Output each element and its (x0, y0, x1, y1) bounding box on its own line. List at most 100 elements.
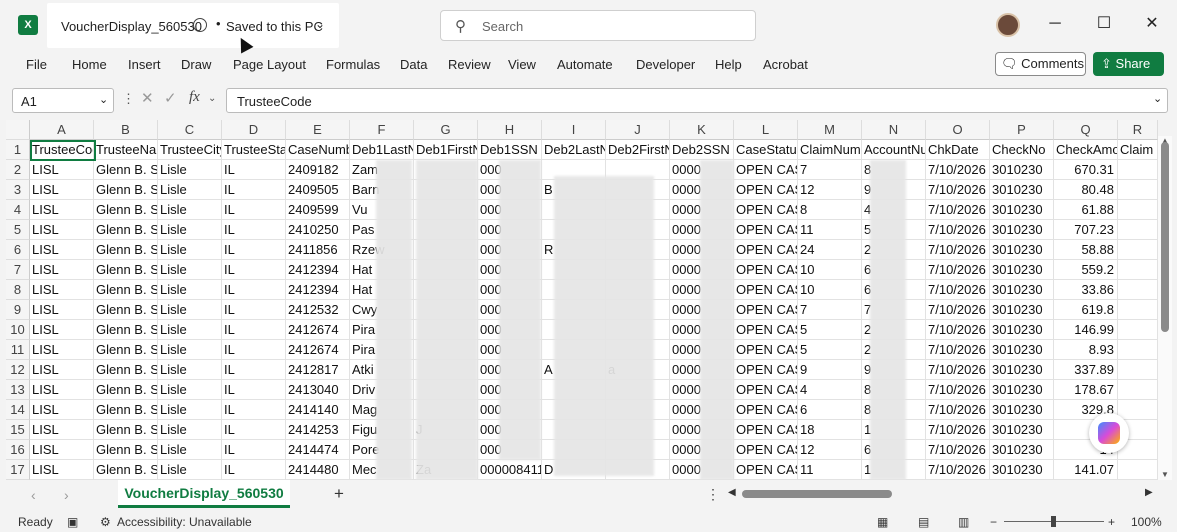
header-cell[interactable]: TrusteeState (222, 140, 286, 160)
column-header-A[interactable]: A (30, 120, 94, 140)
row-header[interactable]: 2 (6, 160, 30, 180)
name-box[interactable]: A1 ⌄ (12, 88, 114, 113)
table-cell[interactable]: 2412394 (286, 280, 350, 300)
table-cell[interactable]: 178.67 (1054, 380, 1118, 400)
table-cell[interactable]: Glenn B. S (94, 320, 158, 340)
table-cell[interactable]: 3010230 (990, 220, 1054, 240)
table-cell[interactable]: Lisle (158, 400, 222, 420)
maximize-button[interactable]: ☐ (1092, 12, 1116, 36)
row-header[interactable]: 3 (6, 180, 30, 200)
scroll-right-icon[interactable]: ▶ (1145, 487, 1153, 498)
table-cell[interactable]: 61.88 (1054, 200, 1118, 220)
tab-formulas[interactable]: Formulas (326, 57, 380, 72)
table-cell[interactable]: OPEN CAS (734, 280, 798, 300)
table-cell[interactable]: 141.07 (1054, 460, 1118, 480)
table-cell[interactable]: Glenn B. S (94, 300, 158, 320)
cancel-icon[interactable]: ✕ (141, 89, 154, 107)
table-cell[interactable]: 7/10/2026 (926, 400, 990, 420)
row-header[interactable]: 8 (6, 280, 30, 300)
tab-home[interactable]: Home (72, 57, 107, 72)
table-cell[interactable] (1118, 200, 1158, 220)
page-break-view-icon[interactable]: ▥ (958, 515, 969, 529)
tab-acrobat[interactable]: Acrobat (763, 57, 808, 72)
header-cell[interactable]: CaseNumber (286, 140, 350, 160)
table-cell[interactable]: Glenn B. S (94, 400, 158, 420)
column-header-K[interactable]: K (670, 120, 734, 140)
row-header[interactable]: 7 (6, 260, 30, 280)
header-cell[interactable]: CheckNo (990, 140, 1054, 160)
column-header-R[interactable]: R (1118, 120, 1158, 140)
row-header[interactable]: 1 (6, 140, 30, 160)
table-cell[interactable]: 3010230 (990, 180, 1054, 200)
table-cell[interactable]: 2414253 (286, 420, 350, 440)
column-header-I[interactable]: I (542, 120, 606, 140)
accessibility-status[interactable]: Accessibility: Unavailable (117, 515, 252, 529)
table-cell[interactable] (1118, 360, 1158, 380)
header-cell[interactable]: CaseStatus (734, 140, 798, 160)
header-cell[interactable]: Deb1LastName (350, 140, 414, 160)
table-cell[interactable]: LISL (30, 260, 94, 280)
table-cell[interactable] (1118, 380, 1158, 400)
horizontal-scroll-thumb[interactable] (742, 490, 892, 498)
table-cell[interactable]: LISL (30, 360, 94, 380)
table-cell[interactable]: OPEN CAS (734, 260, 798, 280)
table-cell[interactable]: IL (222, 380, 286, 400)
table-cell[interactable] (1118, 160, 1158, 180)
row-header[interactable]: 13 (6, 380, 30, 400)
table-cell[interactable]: Glenn B. S (94, 260, 158, 280)
table-cell[interactable]: Lisle (158, 260, 222, 280)
table-cell[interactable]: OPEN CAS (734, 220, 798, 240)
table-cell[interactable]: 8.93 (1054, 340, 1118, 360)
header-cell[interactable]: TrusteeCity (158, 140, 222, 160)
table-cell[interactable]: 3010230 (990, 360, 1054, 380)
tab-insert[interactable]: Insert (128, 57, 161, 72)
table-cell[interactable]: 7 (798, 300, 862, 320)
table-cell[interactable]: 2414140 (286, 400, 350, 420)
table-cell[interactable]: OPEN CAS (734, 380, 798, 400)
table-cell[interactable]: 6 (798, 400, 862, 420)
table-cell[interactable]: 7/10/2026 (926, 440, 990, 460)
table-cell[interactable]: 7/10/2026 (926, 180, 990, 200)
table-cell[interactable]: Lisle (158, 360, 222, 380)
table-cell[interactable]: 7/10/2026 (926, 220, 990, 240)
header-cell[interactable]: Deb1SSN (478, 140, 542, 160)
header-cell[interactable]: CheckAmount (1054, 140, 1118, 160)
table-cell[interactable]: Lisle (158, 240, 222, 260)
table-cell[interactable]: LISL (30, 320, 94, 340)
column-header-J[interactable]: J (606, 120, 670, 140)
table-cell[interactable]: 3010230 (990, 440, 1054, 460)
column-header-M[interactable]: M (798, 120, 862, 140)
row-header[interactable]: 16 (6, 440, 30, 460)
normal-view-icon[interactable]: ▦ (877, 515, 888, 529)
table-cell[interactable]: 2412674 (286, 340, 350, 360)
table-cell[interactable]: 3010230 (990, 420, 1054, 440)
table-cell[interactable]: 7/10/2026 (926, 320, 990, 340)
zoom-slider-handle[interactable] (1051, 516, 1056, 527)
table-cell[interactable]: 80.48 (1054, 180, 1118, 200)
table-cell[interactable]: 2409505 (286, 180, 350, 200)
column-header-G[interactable]: G (414, 120, 478, 140)
avatar[interactable] (996, 13, 1020, 37)
column-header-H[interactable]: H (478, 120, 542, 140)
table-cell[interactable]: IL (222, 360, 286, 380)
table-cell[interactable]: OPEN CAS (734, 300, 798, 320)
table-cell[interactable]: IL (222, 200, 286, 220)
table-cell[interactable]: Glenn B. S (94, 280, 158, 300)
table-cell[interactable]: Glenn B. S (94, 380, 158, 400)
table-cell[interactable]: 5 (798, 340, 862, 360)
table-cell[interactable]: Glenn B. S (94, 420, 158, 440)
table-cell[interactable]: 24 (798, 240, 862, 260)
comments-button[interactable]: 🗨 Comments (995, 52, 1086, 76)
tab-review[interactable]: Review (448, 57, 491, 72)
row-header[interactable]: 15 (6, 420, 30, 440)
page-layout-view-icon[interactable]: ▤ (918, 515, 929, 529)
table-cell[interactable]: IL (222, 180, 286, 200)
table-cell[interactable]: 2412817 (286, 360, 350, 380)
table-cell[interactable]: 707.23 (1054, 220, 1118, 240)
table-cell[interactable]: Glenn B. S (94, 160, 158, 180)
table-cell[interactable]: 8 (798, 200, 862, 220)
table-cell[interactable]: Glenn B. S (94, 200, 158, 220)
table-cell[interactable]: 9 (798, 360, 862, 380)
column-header-D[interactable]: D (222, 120, 286, 140)
minimize-button[interactable]: ─ (1043, 12, 1067, 36)
